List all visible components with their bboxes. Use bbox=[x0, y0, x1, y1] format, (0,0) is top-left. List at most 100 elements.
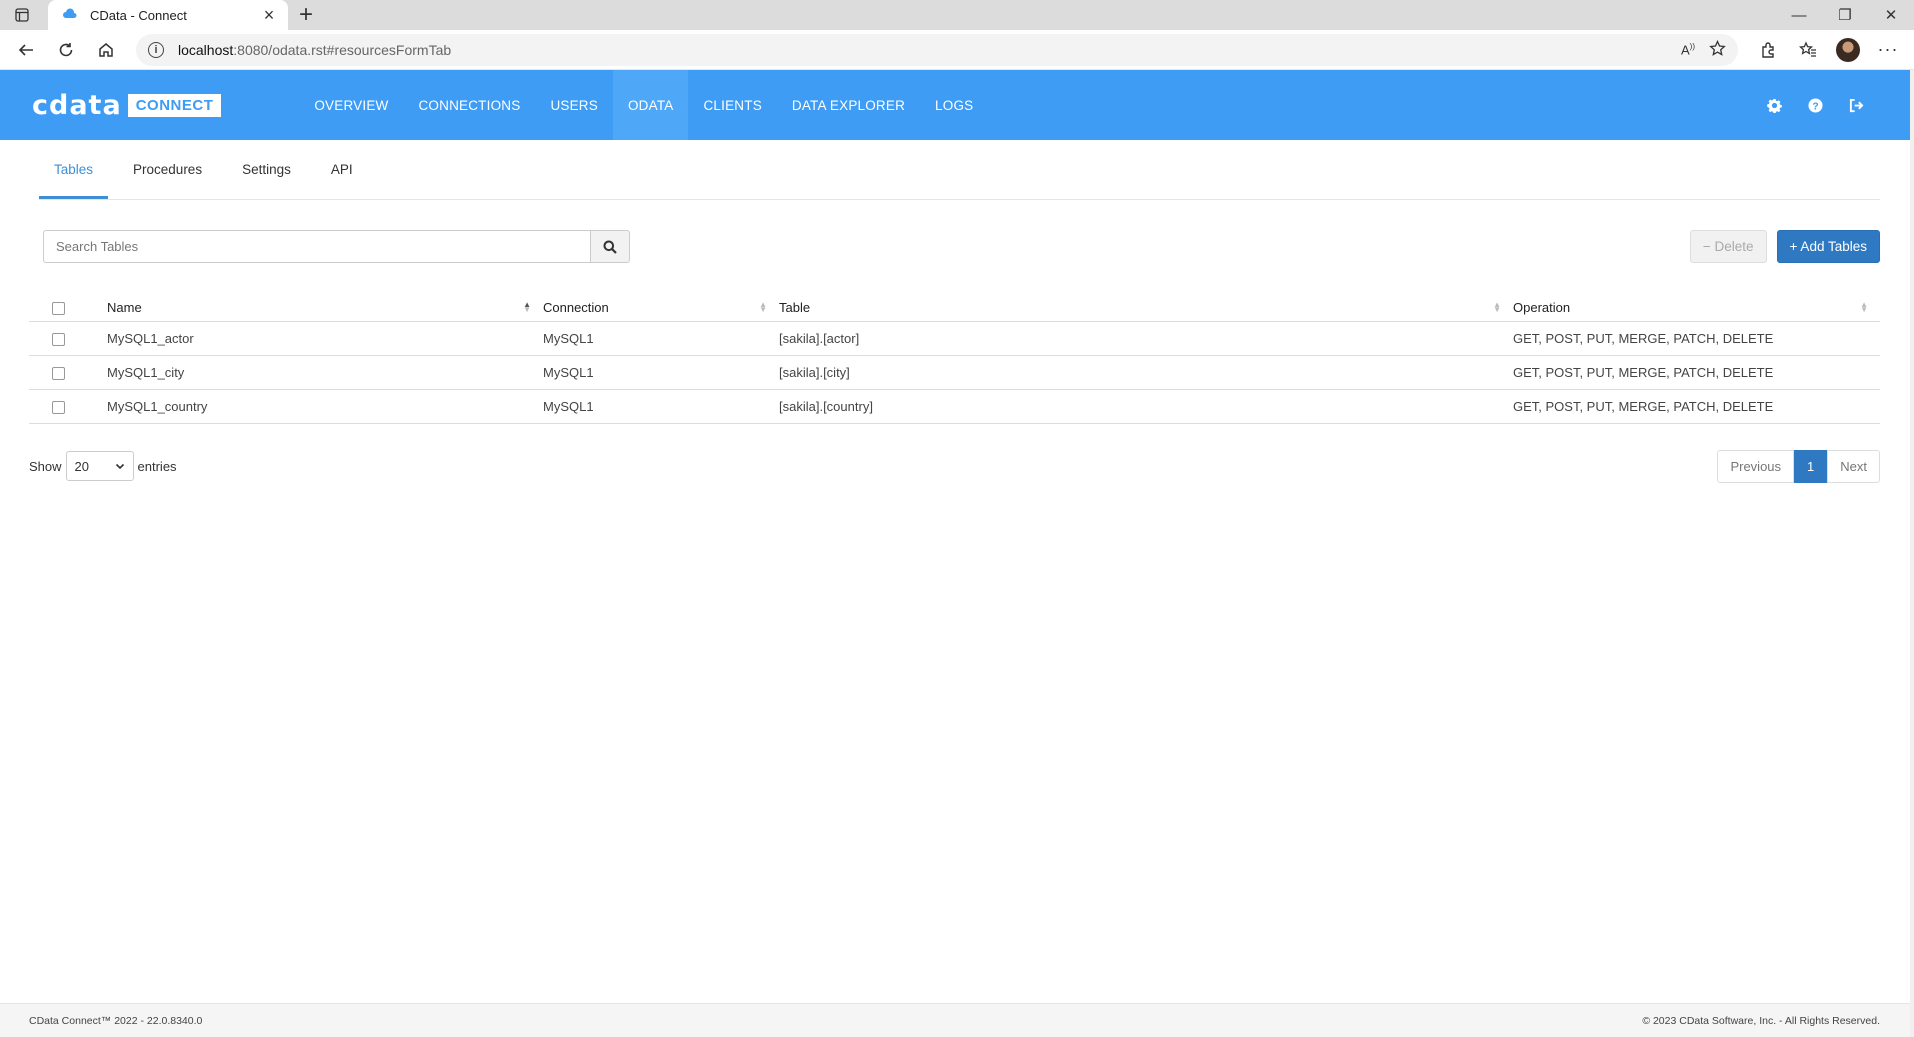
svg-text:?: ? bbox=[1812, 101, 1818, 112]
column-header-table[interactable]: Table ▲ ▼ bbox=[779, 291, 1513, 322]
cell-table: [sakila].[city] bbox=[779, 355, 1513, 390]
row-checkbox[interactable] bbox=[52, 366, 65, 380]
minimize-icon[interactable]: — bbox=[1776, 0, 1822, 30]
back-icon[interactable] bbox=[6, 33, 46, 67]
row-checkbox[interactable] bbox=[52, 400, 65, 414]
odata-subtabs: Tables Procedures Settings API bbox=[39, 140, 1880, 200]
tab-settings[interactable]: Settings bbox=[227, 139, 306, 199]
restore-icon[interactable]: ❐ bbox=[1822, 0, 1868, 30]
cell-connection: MySQL1 bbox=[543, 355, 779, 390]
window-controls: — ❐ ✕ bbox=[1776, 0, 1914, 30]
close-window-icon[interactable]: ✕ bbox=[1868, 0, 1914, 30]
search-button[interactable] bbox=[591, 230, 630, 263]
cell-operation: GET, POST, PUT, MERGE, PATCH, DELETE bbox=[1513, 321, 1880, 356]
footer-copyright: © 2023 CData Software, Inc. - All Rights… bbox=[1642, 1014, 1880, 1027]
delete-button[interactable]: − Delete bbox=[1689, 230, 1767, 263]
sort-icon: ▲ ▼ bbox=[1493, 299, 1501, 314]
main-content: Tables Procedures Settings API − Delete … bbox=[0, 140, 1910, 483]
table-row[interactable]: MySQL1_country MySQL1 [sakila].[country]… bbox=[29, 389, 1880, 424]
column-header-operation[interactable]: Operation ▲ ▼ bbox=[1513, 291, 1880, 322]
nav-connections[interactable]: CONNECTIONS bbox=[403, 70, 535, 140]
sort-asc-icon: ▲ ▼ bbox=[523, 299, 531, 314]
header-icons: ? bbox=[1767, 70, 1864, 140]
sort-icon: ▲ ▼ bbox=[1860, 299, 1868, 314]
home-icon[interactable] bbox=[86, 33, 126, 67]
column-header-connection[interactable]: Connection ▲ ▼ bbox=[543, 291, 779, 322]
gear-icon[interactable] bbox=[1767, 98, 1782, 113]
page-1-button[interactable]: 1 bbox=[1794, 449, 1828, 483]
more-menu-icon[interactable]: ··· bbox=[1868, 33, 1908, 67]
cell-table: [sakila].[country] bbox=[779, 389, 1513, 424]
cell-connection: MySQL1 bbox=[543, 321, 779, 356]
search-icon bbox=[603, 240, 617, 254]
browser-toolbar: i localhost:8080/odata.rst#resourcesForm… bbox=[0, 30, 1914, 70]
page-size-value: 20 bbox=[74, 458, 89, 474]
url-path: :8080/odata.rst#resourcesFormTab bbox=[233, 41, 452, 58]
extensions-icon[interactable] bbox=[1748, 33, 1788, 67]
table-controls: − Delete + Add Tables bbox=[43, 230, 1880, 263]
cell-operation: GET, POST, PUT, MERGE, PATCH, DELETE bbox=[1513, 355, 1880, 390]
tab-actions-icon[interactable] bbox=[0, 0, 44, 30]
tab-procedures[interactable]: Procedures bbox=[118, 139, 217, 199]
tab-api[interactable]: API bbox=[316, 139, 368, 199]
entries-label: entries bbox=[137, 458, 177, 474]
browser-tabstrip: CData - Connect × + — ❐ ✕ bbox=[0, 0, 1914, 30]
select-all-cell bbox=[29, 291, 107, 322]
table-header-row: Name ▲ ▼ Connection ▲ ▼ Table ▲ ▼ Operation ▲ ▼ bbox=[29, 291, 1880, 322]
close-tab-icon[interactable]: × bbox=[260, 5, 278, 26]
cell-name: MySQL1_country bbox=[107, 389, 543, 424]
favorite-star-icon[interactable] bbox=[1709, 39, 1726, 60]
browser-tab-title: CData - Connect bbox=[90, 7, 187, 23]
cell-name: MySQL1_city bbox=[107, 355, 543, 390]
profile-avatar[interactable] bbox=[1828, 33, 1868, 67]
app-header: cdata CONNECT OVERVIEW CONNECTIONS USERS… bbox=[0, 70, 1910, 140]
next-page-button[interactable]: Next bbox=[1827, 449, 1880, 483]
browser-tab[interactable]: CData - Connect × bbox=[48, 0, 288, 30]
nav-users[interactable]: USERS bbox=[535, 70, 613, 140]
row-select-cell bbox=[29, 389, 107, 424]
chevron-down-icon bbox=[115, 463, 124, 470]
table-row[interactable]: MySQL1_city MySQL1 [sakila].[city] GET, … bbox=[29, 355, 1880, 390]
select-all-checkbox[interactable] bbox=[52, 301, 65, 315]
site-info-icon[interactable]: i bbox=[148, 41, 164, 58]
page-size-select[interactable]: 20 bbox=[65, 451, 134, 481]
main-nav: OVERVIEW CONNECTIONS USERS ODATA CLIENTS… bbox=[299, 70, 988, 140]
address-bar[interactable]: i localhost:8080/odata.rst#resourcesForm… bbox=[136, 33, 1738, 66]
nav-overview[interactable]: OVERVIEW bbox=[299, 70, 403, 140]
search-input[interactable] bbox=[43, 230, 591, 263]
nav-logs[interactable]: LOGS bbox=[920, 70, 988, 140]
row-checkbox[interactable] bbox=[52, 332, 65, 346]
cell-table: [sakila].[actor] bbox=[779, 321, 1513, 356]
url-host: localhost bbox=[178, 41, 234, 58]
table-actions: − Delete + Add Tables bbox=[1689, 230, 1880, 263]
logo-badge: CONNECT bbox=[127, 93, 222, 117]
cell-name: MySQL1_actor bbox=[107, 321, 543, 356]
refresh-icon[interactable] bbox=[46, 33, 86, 67]
cdata-favicon-icon bbox=[63, 8, 77, 18]
add-tables-button[interactable]: + Add Tables bbox=[1776, 230, 1880, 263]
help-icon[interactable]: ? bbox=[1808, 97, 1823, 113]
column-header-name[interactable]: Name ▲ ▼ bbox=[107, 291, 543, 322]
table-pager: Show 20 entries Previous 1 Next bbox=[29, 449, 1880, 483]
page-size-control: Show 20 entries bbox=[29, 451, 177, 481]
show-label: Show bbox=[29, 458, 62, 474]
nav-data-explorer[interactable]: DATA EXPLORER bbox=[777, 70, 920, 140]
search-group bbox=[43, 230, 630, 263]
previous-page-button[interactable]: Previous bbox=[1717, 449, 1795, 483]
nav-odata[interactable]: ODATA bbox=[612, 70, 689, 140]
pagination: Previous 1 Next bbox=[1717, 449, 1880, 483]
cdata-connect-logo[interactable]: cdata CONNECT bbox=[32, 89, 222, 121]
logout-icon[interactable] bbox=[1849, 98, 1864, 113]
resources-table: Name ▲ ▼ Connection ▲ ▼ Table ▲ ▼ Operation ▲ ▼ … bbox=[29, 291, 1880, 424]
cell-operation: GET, POST, PUT, MERGE, PATCH, DELETE bbox=[1513, 389, 1880, 424]
logo-text: cdata bbox=[32, 89, 122, 121]
nav-clients[interactable]: CLIENTS bbox=[688, 70, 776, 140]
favorites-icon[interactable] bbox=[1788, 33, 1828, 67]
new-tab-icon[interactable]: + bbox=[288, 0, 324, 30]
page-scrollbar[interactable] bbox=[1910, 70, 1914, 1037]
table-row[interactable]: MySQL1_actor MySQL1 [sakila].[actor] GET… bbox=[29, 321, 1880, 356]
read-aloud-icon[interactable]: A)) bbox=[1681, 42, 1695, 57]
row-select-cell bbox=[29, 321, 107, 356]
cell-connection: MySQL1 bbox=[543, 389, 779, 424]
tab-tables[interactable]: Tables bbox=[39, 139, 109, 199]
